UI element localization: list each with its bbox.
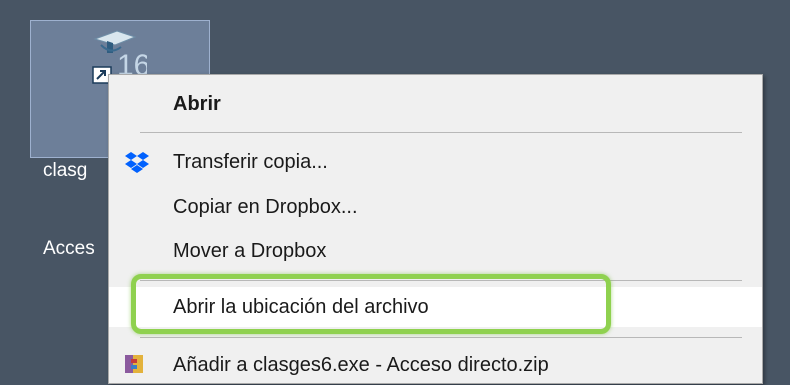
menu-item-label: Mover a Dropbox: [173, 240, 327, 262]
menu-item-abrir[interactable]: Abrir: [109, 84, 762, 124]
menu-item-mover-a-dropbox[interactable]: Mover a Dropbox: [109, 231, 762, 271]
menu-item-label: Abrir: [173, 93, 221, 115]
menu-separator: [140, 132, 742, 133]
zip-archive-icon: [125, 355, 143, 373]
menu-item-label: Añadir a clasges6.exe - Acceso directo.z…: [173, 354, 549, 376]
desktop: 16 clasg Acces Abrir Transferir copia...…: [0, 0, 790, 384]
menu-item-anadir-zip[interactable]: Añadir a clasges6.exe - Acceso directo.z…: [109, 345, 762, 385]
menu-item-label: Transferir copia...: [173, 151, 328, 173]
menu-item-copiar-en-dropbox[interactable]: Copiar en Dropbox...: [109, 187, 762, 227]
menu-item-label: Copiar en Dropbox...: [173, 196, 358, 218]
highlight-annotation: [131, 274, 611, 334]
context-menu: Abrir Transferir copia... Copiar en Drop…: [108, 74, 763, 384]
dropbox-icon: [125, 152, 149, 173]
menu-item-transferir-copia[interactable]: Transferir copia...: [109, 142, 762, 182]
menu-separator: [140, 337, 742, 338]
